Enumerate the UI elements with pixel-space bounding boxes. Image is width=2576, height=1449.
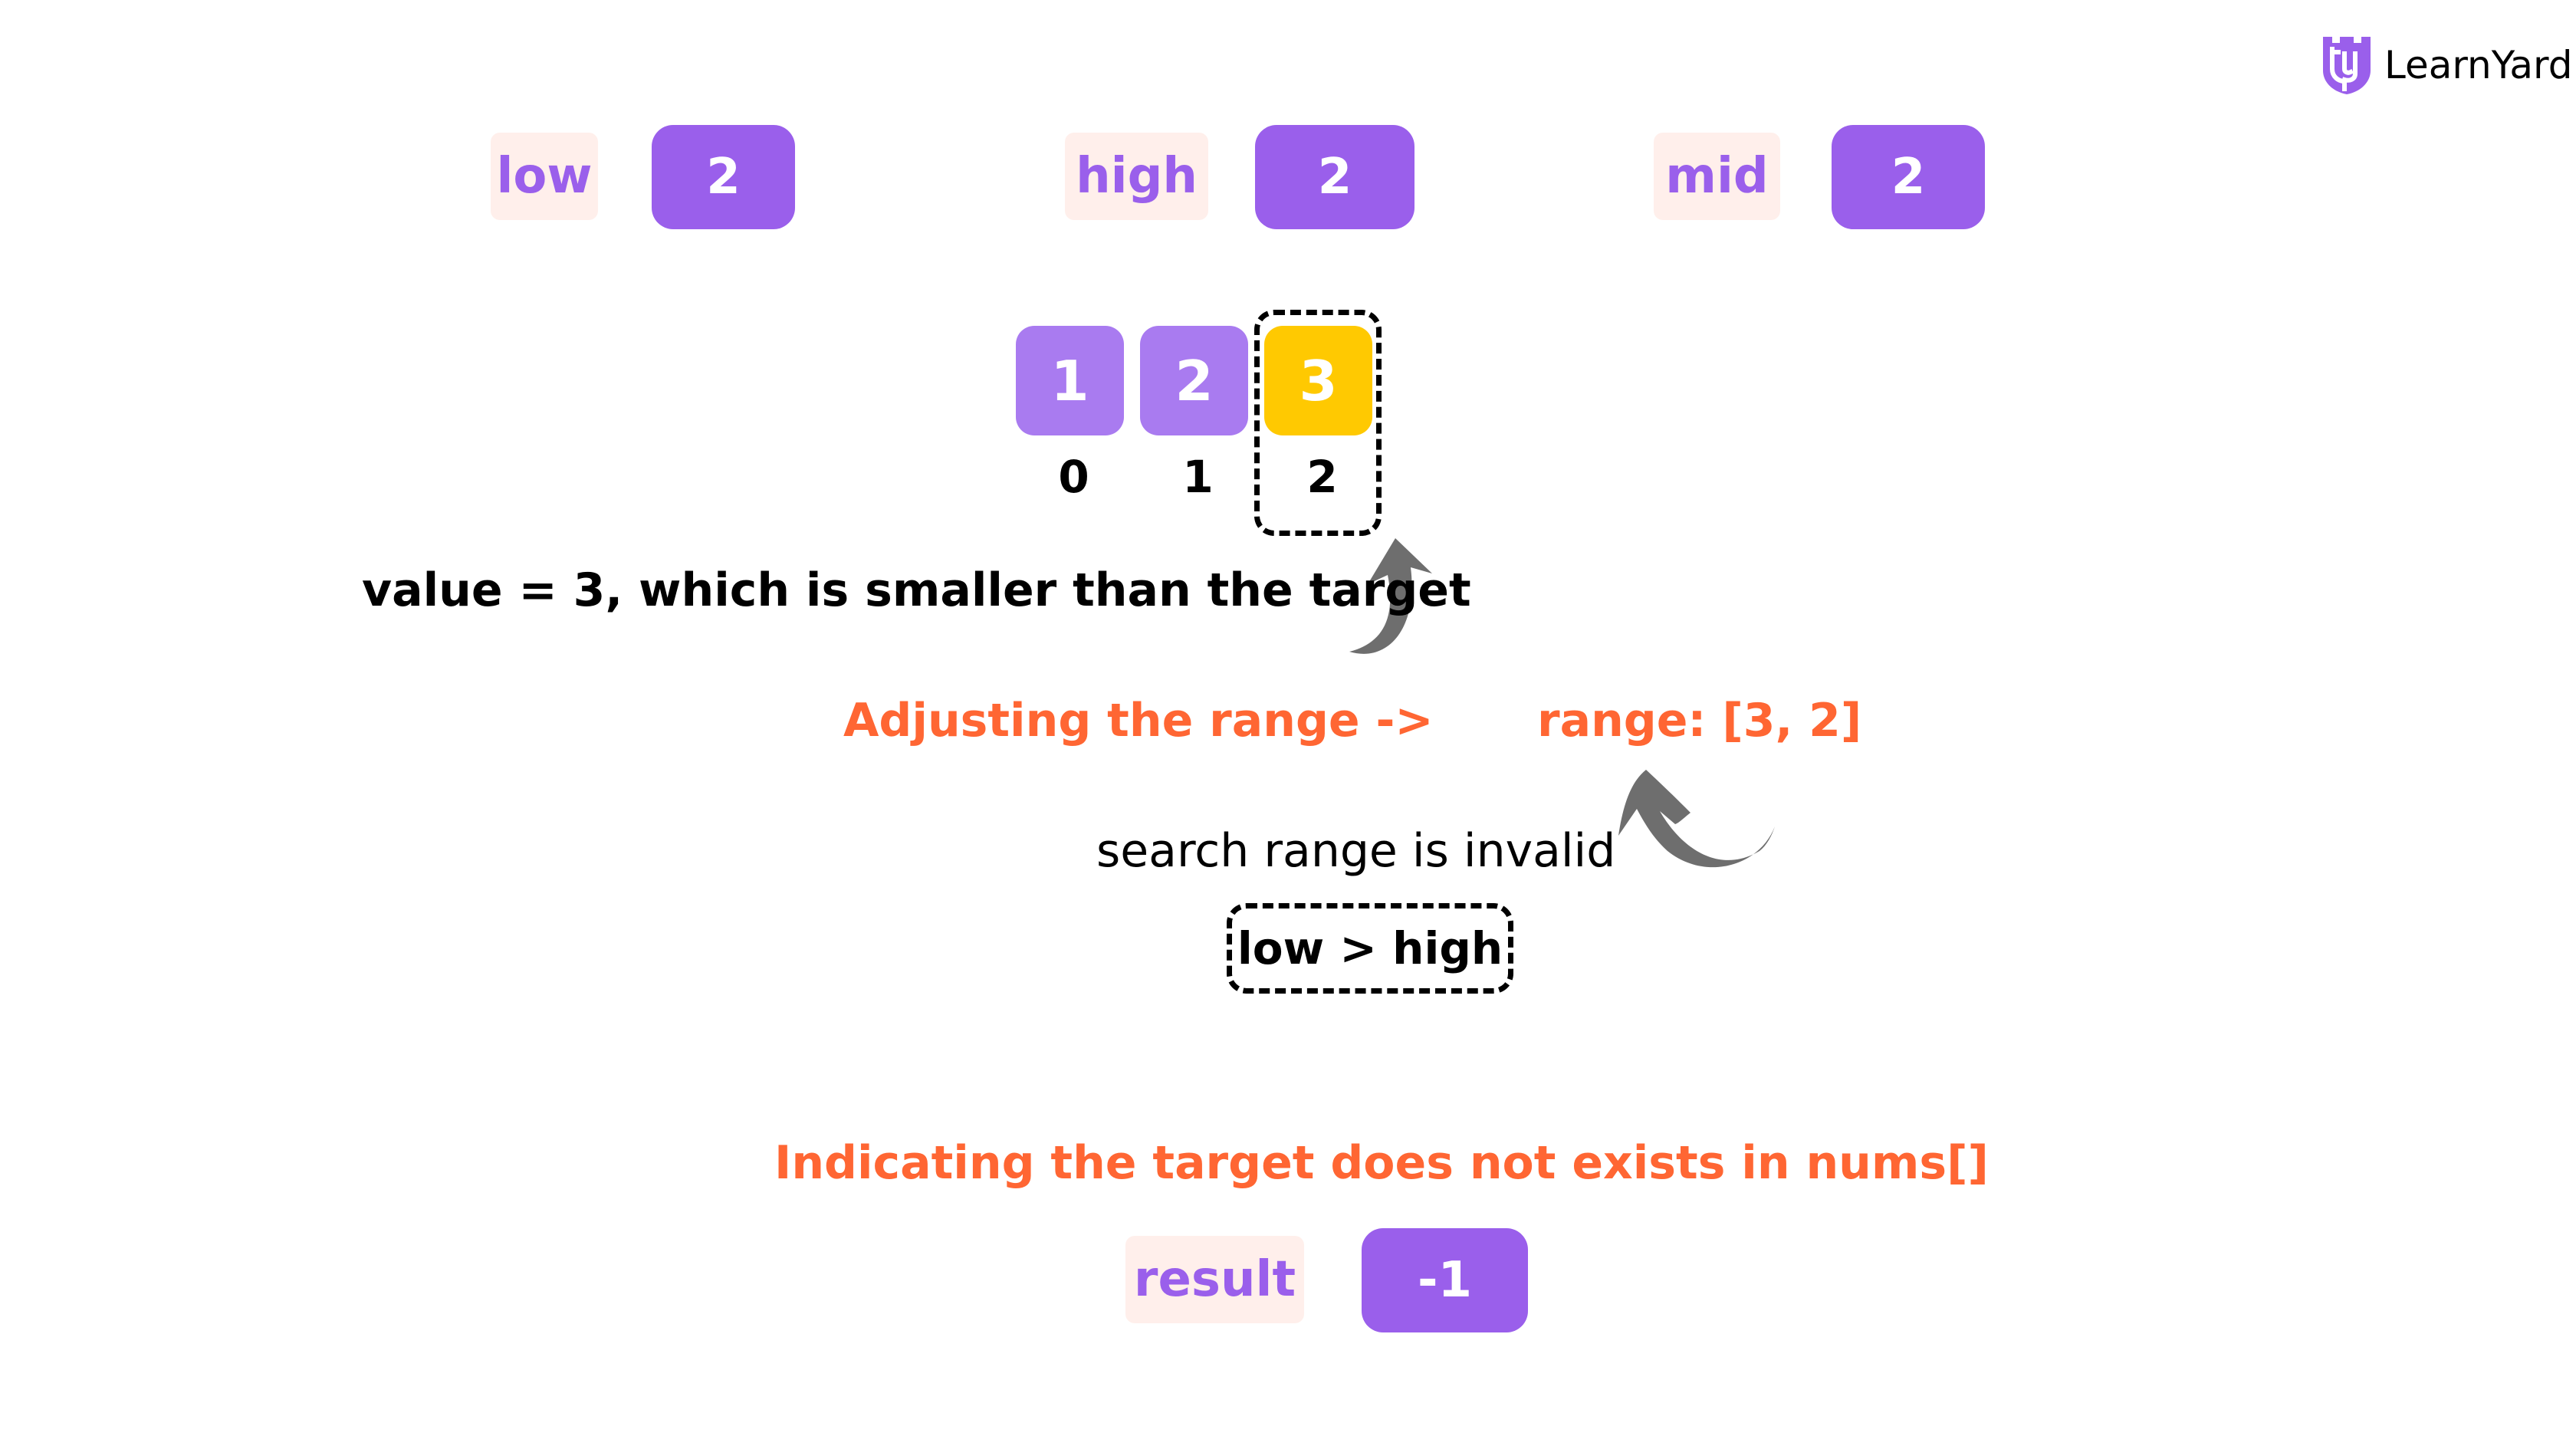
new-range-text: range: [3, 2] (1537, 694, 1862, 748)
adjusting-range-text: Adjusting the range -> (843, 694, 1434, 748)
condition-box: low > high (1227, 903, 1513, 994)
high-label: high (1065, 133, 1208, 220)
invalid-range-text: search range is invalid (1096, 824, 1616, 878)
array-cell-0: 1 (1016, 326, 1124, 435)
mid-label: mid (1654, 133, 1780, 220)
brand-name: LearnYard (2384, 43, 2573, 87)
brand-logo: LearnYard (2321, 34, 2572, 96)
high-value: 2 (1255, 125, 1414, 229)
conclusion-text: Indicating the target does not exists in… (774, 1136, 1989, 1190)
low-value: 2 (652, 125, 795, 229)
result-value: -1 (1362, 1228, 1528, 1332)
mid-value: 2 (1832, 125, 1985, 229)
shield-y-icon (2323, 37, 2371, 94)
low-label: low (491, 133, 598, 220)
result-label: result (1125, 1236, 1304, 1323)
array-cell-1: 2 (1140, 326, 1248, 435)
mid-focus-dashed-box (1254, 310, 1382, 536)
array-index-1: 1 (1182, 451, 1214, 503)
curved-arrow-left-icon (1618, 770, 1775, 868)
condition-text: low > high (1237, 922, 1503, 974)
comparison-text: value = 3, which is smaller than the tar… (362, 564, 1471, 617)
array-index-0: 0 (1058, 451, 1089, 503)
